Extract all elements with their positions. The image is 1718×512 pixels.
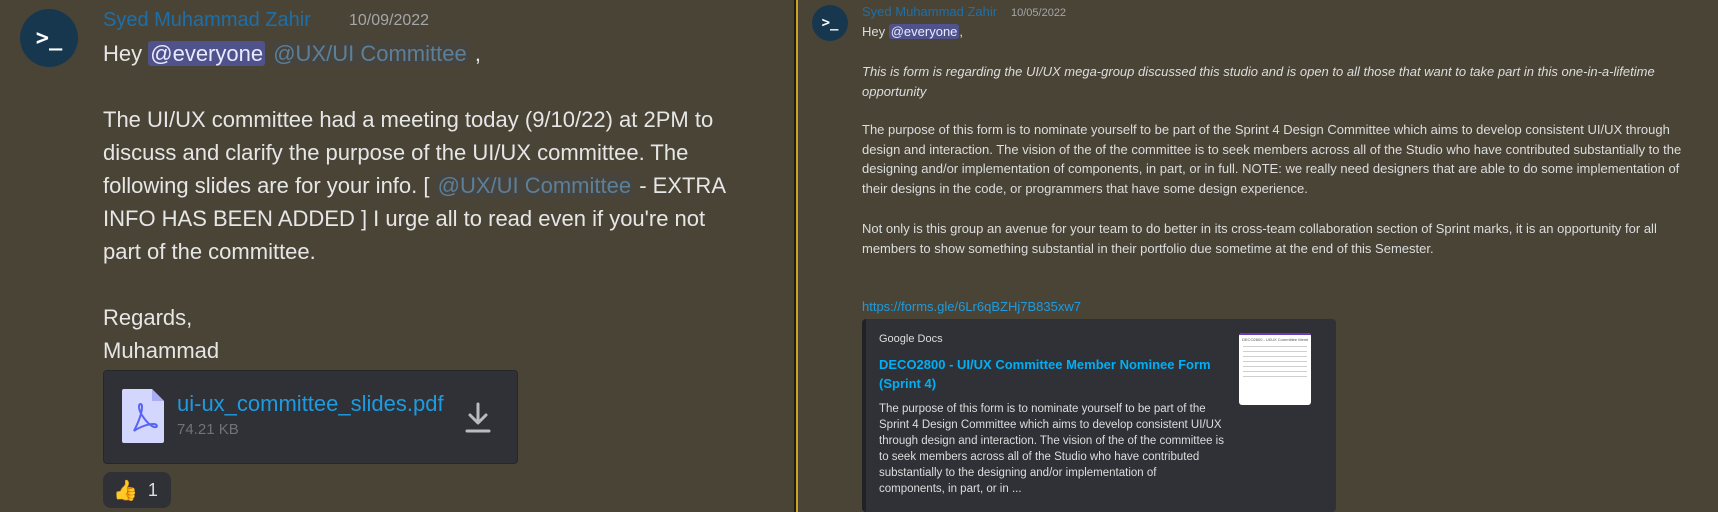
embed-description: The purpose of this form is to nominate … <box>879 403 1224 495</box>
mention-role-inline[interactable]: @UX/UI Committee <box>435 173 634 198</box>
link-embed: Google Docs DECO2800 - UI/UX Committee M… <box>862 319 1336 512</box>
regards-text: Regards, <box>103 305 193 330</box>
mention-everyone[interactable]: @everyone <box>148 41 266 66</box>
embed-title-link[interactable]: DECO2800 - UI/UX Committee Member Nomine… <box>879 355 1219 393</box>
intro-italic: This is form is regarding the UI/UX mega… <box>862 64 1655 99</box>
mention-role[interactable]: @UX/UI Committee <box>271 41 469 66</box>
reaction-thumbs-up[interactable]: 👍 1 <box>103 472 171 508</box>
avatar[interactable]: >_ <box>812 5 848 41</box>
download-icon[interactable] <box>463 401 493 435</box>
embed-thumbnail[interactable]: DECO2800 - UI/UX Committee Member Nomine… <box>1239 333 1311 405</box>
file-attachment[interactable]: ui-ux_committee_slides.pdf 74.21 KB <box>103 370 518 464</box>
signature-text: Muhammad <box>103 338 220 363</box>
author-name[interactable]: Syed Muhammad Zahir <box>862 4 997 19</box>
greeting-suffix: , <box>468 41 481 66</box>
thumbs-up-icon: 👍 <box>113 479 138 502</box>
message-left: >_ Syed Muhammad Zahir 10/09/2022 Hey @e… <box>0 0 794 512</box>
message-paragraph-2: Not only is this group an avenue for you… <box>862 221 1657 256</box>
timestamp: 10/05/2022 <box>1011 7 1067 19</box>
greeting-prefix: Hey <box>862 24 889 39</box>
message-greeting: Hey @everyone @UX/UI Committee , <box>103 37 743 70</box>
file-size: 74.21 KB <box>177 421 239 438</box>
pdf-file-icon <box>122 389 164 443</box>
mention-everyone[interactable]: @everyone <box>888 24 960 39</box>
greeting-suffix: , <box>959 24 964 39</box>
message-paragraph: The UI/UX committee had a meeting today … <box>103 103 743 268</box>
avatar[interactable]: >_ <box>20 9 78 67</box>
file-name-link[interactable]: ui-ux_committee_slides.pdf <box>177 391 444 417</box>
message-right: >_ Syed Muhammad Zahir 10/05/2022 Hey @e… <box>798 0 1718 512</box>
timestamp: 10/09/2022 <box>349 12 430 29</box>
form-link[interactable]: https://forms.gle/6Lr6qBZHj7B835xw7 <box>862 297 1702 317</box>
greeting-prefix: Hey <box>103 41 149 66</box>
message-greeting: Hey @everyone, <box>862 22 1702 42</box>
message-paragraph-1: The purpose of this form is to nominate … <box>862 122 1682 196</box>
thumbnail-text: DECO2800 - UI/UX Committee Member Nomine… <box>1242 337 1308 342</box>
embed-provider: Google Docs <box>879 333 943 345</box>
reaction-count: 1 <box>147 479 158 500</box>
author-name[interactable]: Syed Muhammad Zahir <box>103 9 311 32</box>
